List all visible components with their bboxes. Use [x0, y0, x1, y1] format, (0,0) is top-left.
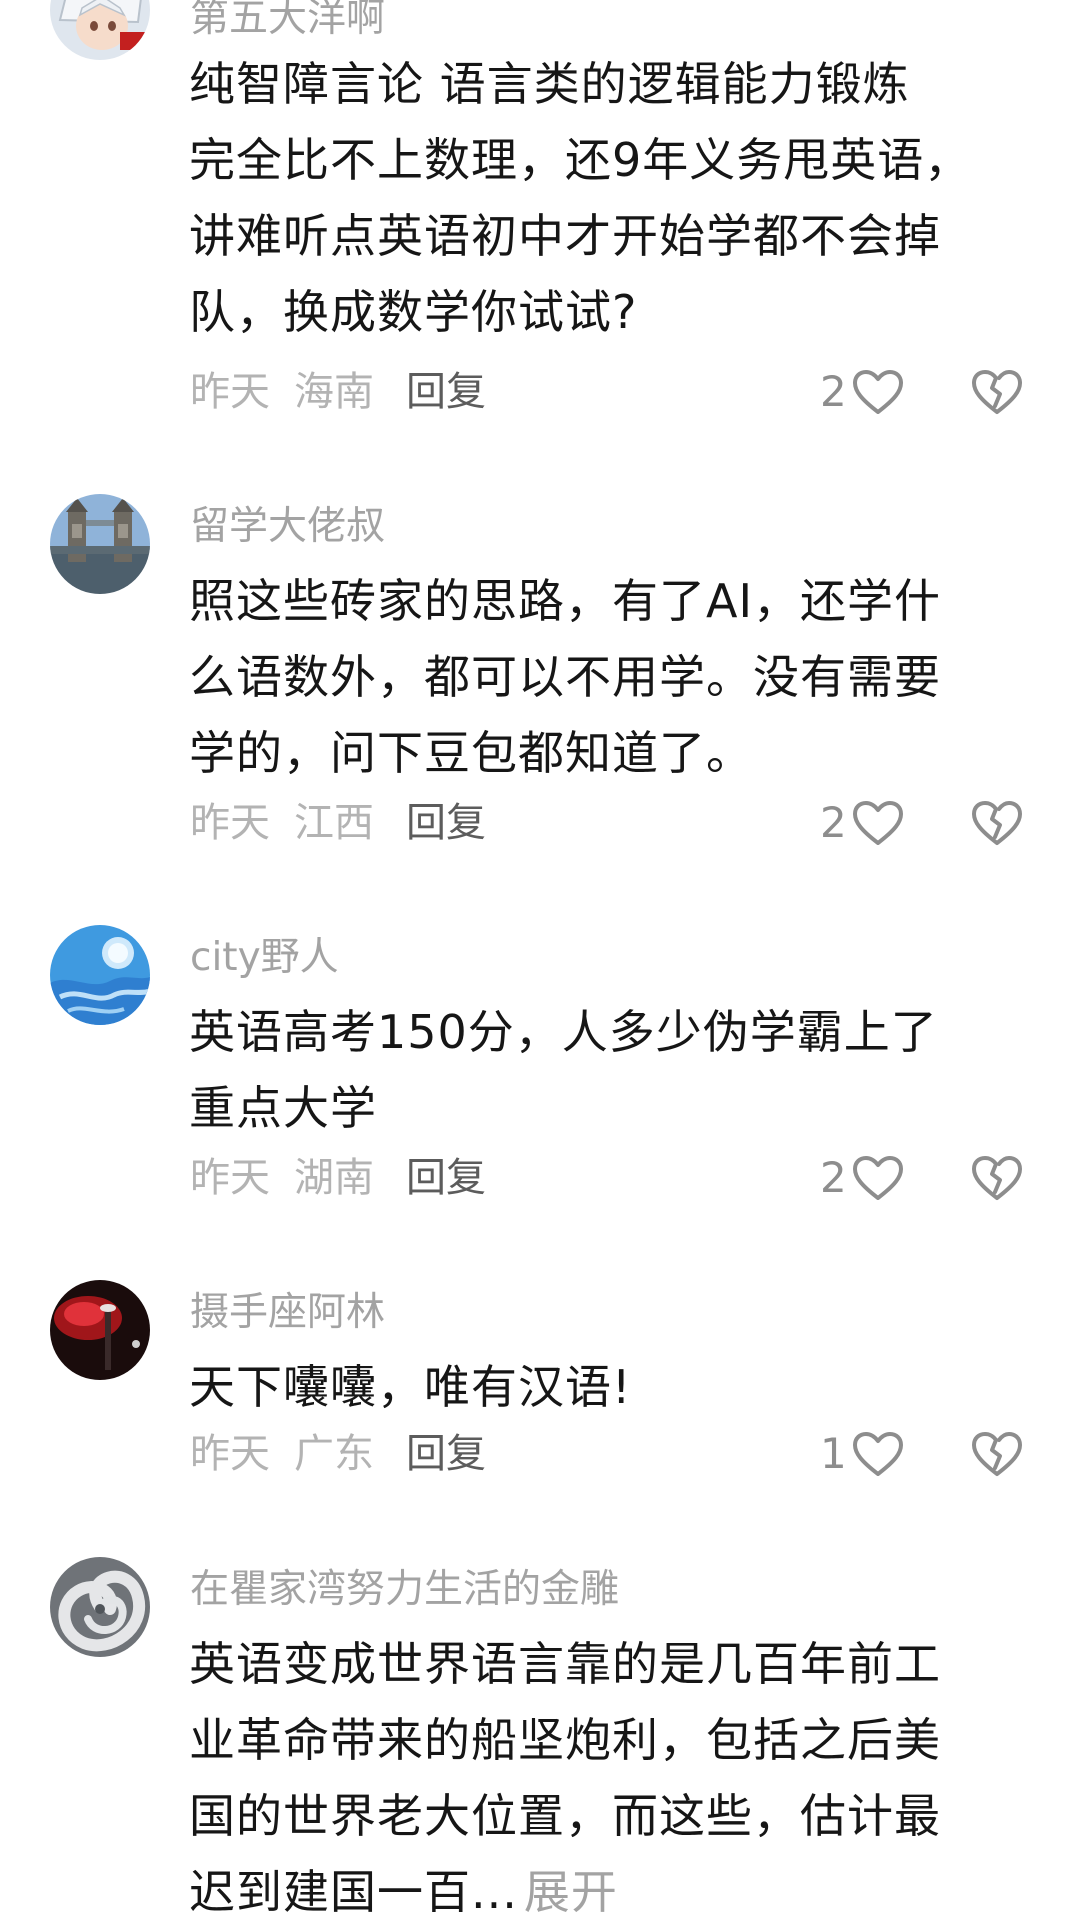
dislike-button[interactable] [970, 795, 1024, 851]
comment-location: 湖南 [294, 1155, 374, 1201]
heart-icon [852, 1432, 903, 1476]
broken-heart-icon [972, 801, 1022, 845]
comment-line: 讲难听点英语初中才开始学都不会掉 [189, 209, 941, 263]
heart-icon [852, 1156, 903, 1200]
like-button[interactable]: 1 [820, 1426, 905, 1482]
reply-button[interactable]: 回复 [406, 1431, 486, 1477]
like-count: 1 [820, 1429, 847, 1478]
comment-line: 照这些砖家的思路，有了AI，还学什 [189, 574, 942, 628]
like-count: 2 [820, 1153, 847, 1202]
like-button[interactable]: 2 [820, 364, 905, 420]
dislike-button[interactable] [970, 1150, 1024, 1206]
comment-text: 天下囔囔，唯有汉语! [189, 1349, 1039, 1425]
red-light-avatar[interactable] [50, 1280, 150, 1380]
comment-line: 队，换成数学你试试? [189, 285, 638, 339]
comment-username[interactable]: 在瞿家湾努力生活的金雕 [190, 1565, 619, 1615]
comment-text: 英语高考150分，人多少伪学霸上了 重点大学 [189, 994, 1039, 1146]
like-count: 2 [820, 367, 847, 416]
comment-time: 昨天 [190, 369, 270, 415]
hurricane-avatar[interactable] [50, 1557, 150, 1657]
comment-line: 国的世界老大位置，而这些，估计最 [189, 1789, 941, 1843]
comment-text: 纯智障言论 语言类的逻辑能力锻炼 完全比不上数理，还9年义务甩英语， 讲难听点英… [189, 46, 1039, 350]
like-button[interactable]: 2 [820, 1150, 905, 1206]
comment-location: 江西 [294, 800, 374, 846]
comment-meta: 昨天 江西 回复 [190, 795, 486, 851]
comment-time: 昨天 [190, 800, 270, 846]
dislike-button[interactable] [970, 364, 1024, 420]
like-button[interactable]: 2 [820, 795, 905, 851]
comment-username[interactable]: 摄手座阿林 [190, 1288, 385, 1338]
comment-line: 英语变成世界语言靠的是几百年前工 [189, 1637, 941, 1691]
comment-location: 海南 [294, 369, 374, 415]
comment-username[interactable]: 第五大洋啊 [190, 0, 385, 44]
comment-line: 迟到建国一百... [189, 1865, 518, 1919]
broken-heart-icon [972, 370, 1022, 414]
comment-meta: 昨天 海南 回复 [190, 364, 486, 420]
expand-link[interactable]: 展开 [524, 1865, 618, 1919]
comment-line: 完全比不上数理，还9年义务甩英语， [189, 133, 972, 187]
dislike-button[interactable] [970, 1426, 1024, 1482]
comment-line: 么语数外，都可以不用学。没有需要 [189, 650, 941, 704]
comment-time: 昨天 [190, 1431, 270, 1477]
comment-username[interactable]: 留学大佬叔 [190, 502, 385, 552]
comment-text: 照这些砖家的思路，有了AI，还学什 么语数外，都可以不用学。没有需要 学的，问下… [189, 563, 1039, 791]
comment-line: 天下囔囔，唯有汉语! [189, 1360, 632, 1414]
anime-character-avatar[interactable] [50, 0, 150, 60]
comment-location: 广东 [294, 1431, 374, 1477]
comment-meta: 昨天 广东 回复 [190, 1426, 486, 1482]
blue-sky-avatar[interactable] [50, 925, 150, 1025]
comment-line: 业革命带来的船坚炮利，包括之后美 [189, 1713, 941, 1767]
broken-heart-icon [972, 1432, 1022, 1476]
reply-button[interactable]: 回复 [406, 1155, 486, 1201]
heart-icon [852, 801, 903, 845]
like-count: 2 [820, 798, 847, 847]
reply-button[interactable]: 回复 [406, 369, 486, 415]
comment-username[interactable]: city野人 [190, 933, 339, 983]
comment-line: 纯智障言论 语言类的逻辑能力锻炼 [189, 57, 910, 111]
tower-bridge-avatar[interactable] [50, 494, 150, 594]
comment-line-last: 迟到建国一百... 展开 [189, 1854, 1039, 1930]
comment-line: 英语高考150分，人多少伪学霸上了 [189, 1005, 938, 1059]
comment-text: 英语变成世界语言靠的是几百年前工 业革命带来的船坚炮利，包括之后美 国的世界老大… [189, 1626, 1039, 1930]
heart-icon [852, 370, 903, 414]
comment-line: 重点大学 [189, 1081, 377, 1135]
broken-heart-icon [972, 1156, 1022, 1200]
comment-meta: 昨天 湖南 回复 [190, 1150, 486, 1206]
comment-line: 学的，问下豆包都知道了。 [189, 726, 753, 780]
comment-time: 昨天 [190, 1155, 270, 1201]
reply-button[interactable]: 回复 [406, 800, 486, 846]
